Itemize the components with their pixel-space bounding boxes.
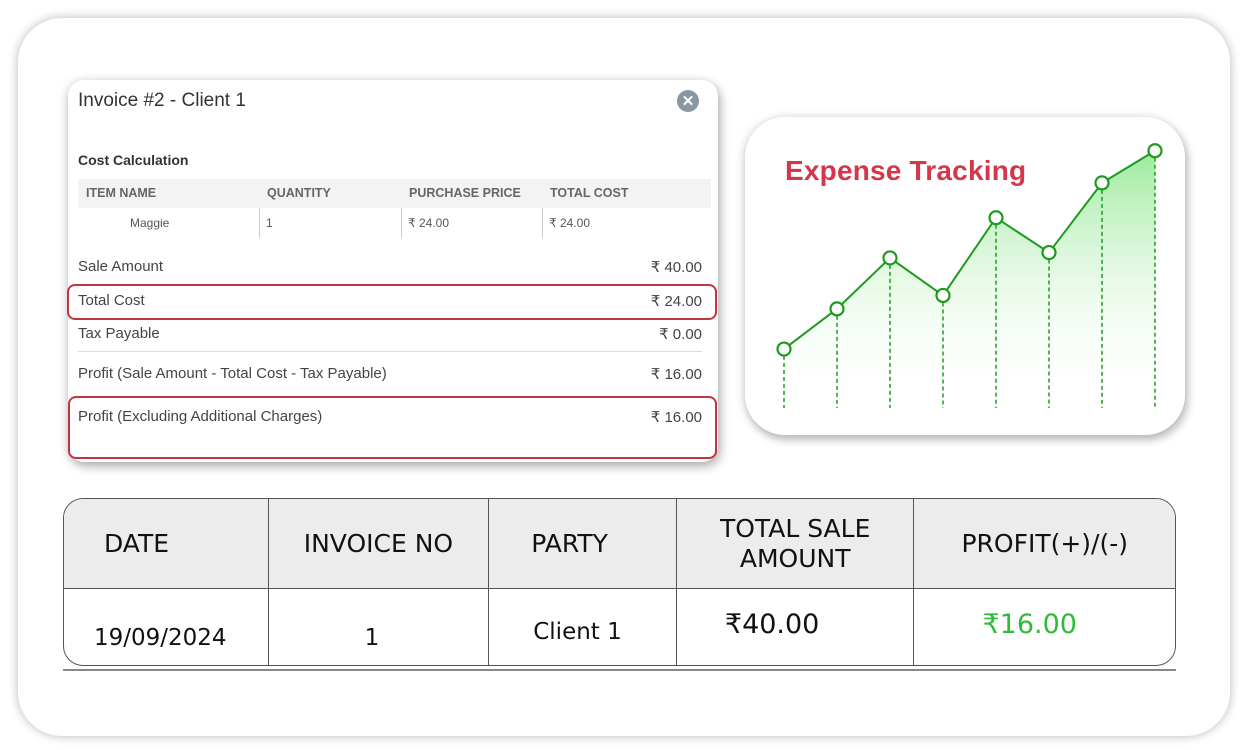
chart-point (829, 301, 845, 317)
summary-label: Sale Amount (78, 258, 164, 275)
col-quantity: QUANTITY (267, 186, 331, 200)
summary-sale-amount: Sale Amount ₹ 40.00 (78, 258, 702, 276)
summary-value: ₹ 24.00 (650, 293, 702, 310)
cell-total-sale-wrap: ₹40.00 (675, 589, 914, 665)
chart-point (935, 287, 951, 304)
chart-point (776, 341, 792, 357)
cell-quantity: 1 (259, 208, 401, 238)
summary-value: ₹ 0.00 (659, 326, 702, 343)
table-row: 19/09/2024 1 Client 1 ₹40.00 ₹16.00 (64, 589, 1175, 665)
summary-total-cost: Total Cost ₹ 24.00 (78, 292, 702, 310)
header-profit-cell: PROFIT(+)/(-) (913, 499, 1175, 588)
cell-date: 19/09/2024 (94, 625, 227, 651)
report-header: DATE INVOICE NO PARTY TOTAL SALE AMOUNT … (64, 499, 1175, 589)
summary-label: Total Cost (78, 292, 145, 309)
chart-point (1147, 143, 1163, 159)
cell-purchase-price: ₹ 24.00 (401, 208, 542, 238)
cell-profit: ₹16.00 (982, 609, 1077, 640)
header-total-sale-cell: TOTAL SALE AMOUNT (675, 499, 914, 588)
sales-report-table: DATE INVOICE NO PARTY TOTAL SALE AMOUNT … (63, 498, 1176, 666)
cell-invoice-no: 1 (364, 625, 380, 651)
col-purchase-price: PURCHASE PRICE (409, 186, 521, 200)
cell-total-sale-amount: ₹40.00 (724, 609, 820, 640)
summary-tax-payable: Tax Payable ₹ 0.00 (78, 325, 702, 343)
summary-value: ₹ 16.00 (650, 366, 702, 383)
table-underline (63, 669, 1176, 671)
header-party-cell: PARTY (488, 499, 676, 588)
close-icon: ✕ (681, 92, 695, 110)
chart-point (1094, 175, 1110, 191)
col-item-name: ITEM NAME (86, 186, 157, 200)
col-total-cost: TOTAL COST (550, 186, 629, 200)
header-invoice-no: INVOICE NO (303, 528, 454, 558)
header-party: PARTY (531, 528, 608, 558)
expense-tracking-card: Expense Tracking (745, 117, 1185, 435)
summary-label: Profit (Excluding Additional Charges) (78, 408, 323, 425)
divider (78, 351, 702, 352)
summary-value: ₹ 16.00 (650, 409, 702, 426)
invoice-modal: Invoice #2 - Client 1 ✕ Cost Calculation… (67, 80, 718, 462)
cell-party: Client 1 (533, 619, 622, 645)
summary-profit-excluding: Profit (Excluding Additional Charges) ₹ … (78, 408, 702, 426)
close-button[interactable]: ✕ (677, 90, 699, 112)
table-row: Maggie 1 ₹ 24.00 ₹ 24.00 (78, 208, 711, 238)
summary-profit: Profit (Sale Amount - Total Cost - Tax P… (78, 365, 702, 383)
header-date: DATE (104, 528, 170, 558)
highlight-profit-excluding (68, 396, 717, 459)
cost-table: ITEM NAME QUANTITY PURCHASE PRICE TOTAL … (78, 179, 711, 238)
chart-point (882, 250, 898, 266)
cell-invoice-wrap: 1 (267, 589, 489, 665)
cell-total-cost: ₹ 24.00 (542, 208, 711, 238)
summary-label: Tax Payable (78, 325, 160, 342)
section-title: Cost Calculation (78, 152, 189, 168)
cell-party-wrap: Client 1 (488, 589, 676, 665)
chart-point (1041, 244, 1057, 261)
header-profit: PROFIT(+)/(-) (961, 528, 1129, 558)
header-date-cell: DATE (64, 499, 268, 588)
cell-profit-wrap: ₹16.00 (913, 589, 1175, 665)
chart-point (988, 210, 1004, 226)
cell-date-wrap: 19/09/2024 (64, 589, 268, 665)
cost-table-header: ITEM NAME QUANTITY PURCHASE PRICE TOTAL … (78, 179, 711, 208)
chart-title: Expense Tracking (785, 155, 1027, 186)
summary-value: ₹ 40.00 (650, 259, 702, 276)
header-total-sale-amount: TOTAL SALE AMOUNT (719, 513, 871, 573)
summary-label: Profit (Sale Amount - Total Cost - Tax P… (78, 365, 387, 382)
cell-item-name: Maggie (130, 216, 170, 230)
header-invoice-cell: INVOICE NO (267, 499, 489, 588)
modal-title: Invoice #2 - Client 1 (78, 90, 246, 111)
